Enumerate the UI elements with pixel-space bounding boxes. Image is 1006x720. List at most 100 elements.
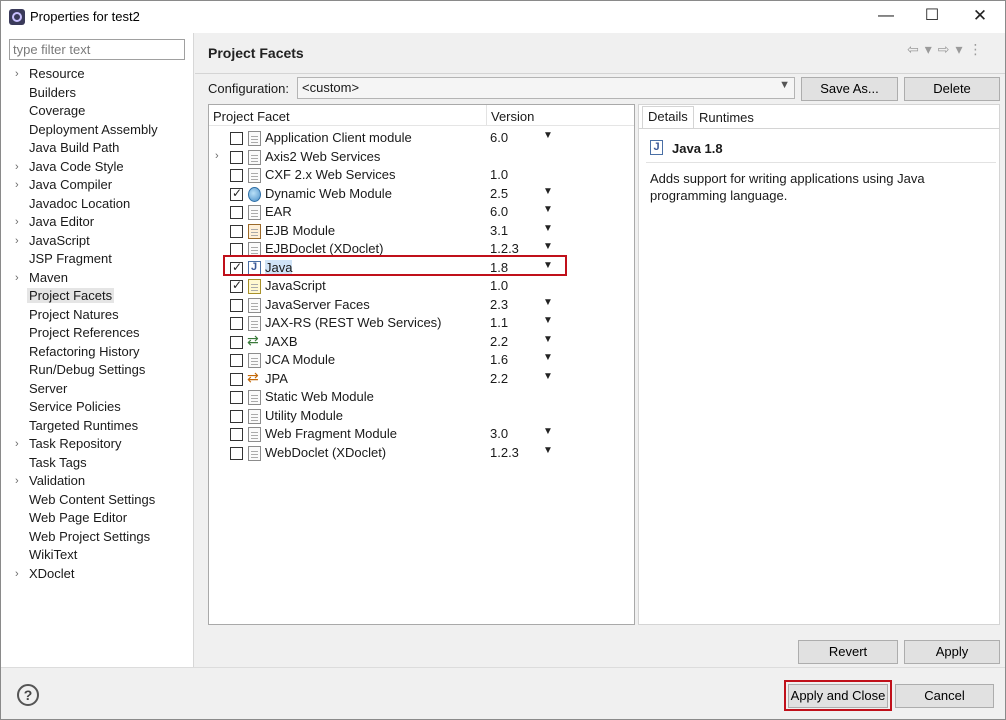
column-divider[interactable]	[486, 105, 487, 125]
tree-item[interactable]: Project References	[1, 324, 193, 343]
facet-checkbox[interactable]	[230, 298, 243, 312]
back-arrow-icon[interactable]: ⇦	[907, 41, 919, 57]
facet-version[interactable]: 1.2.3	[490, 241, 519, 256]
back-dropdown-icon[interactable]: ▾	[925, 41, 932, 57]
tree-item[interactable]: Coverage	[1, 102, 193, 121]
facet-row[interactable]: Static Web Module	[209, 388, 634, 407]
facet-row[interactable]: JAXB 2.2 ▼	[209, 332, 634, 352]
facet-row[interactable]: EAR 6.0 ▼	[209, 203, 634, 222]
facet-row[interactable]: JAX-RS (REST Web Services) 1.1 ▼	[209, 314, 634, 333]
maximize-button[interactable]: ☐	[909, 1, 955, 33]
tree-item[interactable]: › Validation	[1, 472, 193, 491]
tree-item[interactable]: › Maven	[1, 269, 193, 288]
tree-item[interactable]: Server	[1, 380, 193, 399]
facet-checkbox[interactable]	[230, 391, 243, 404]
version-dropdown-icon[interactable]: ▼	[543, 130, 553, 141]
forward-arrow-icon[interactable]: ⇨	[938, 41, 950, 57]
facet-checkbox[interactable]	[230, 206, 243, 219]
tree-item[interactable]: › Java Code Style	[1, 158, 193, 177]
chevron-right-icon[interactable]: ›	[15, 232, 25, 251]
chevron-right-icon[interactable]: ›	[15, 65, 25, 84]
facet-checkbox[interactable]	[230, 335, 243, 349]
tree-item[interactable]: Web Page Editor	[1, 509, 193, 528]
delete-button[interactable]: Delete	[904, 77, 1000, 101]
facet-checkbox[interactable]	[230, 278, 243, 293]
facet-version[interactable]: 1.0	[490, 278, 508, 293]
facet-row[interactable]: JPA 2.2 ▼	[209, 369, 634, 389]
version-dropdown-icon[interactable]: ▼	[543, 297, 553, 308]
tree-item[interactable]: Project Facets	[1, 287, 193, 306]
version-dropdown-icon[interactable]: ▼	[543, 334, 553, 345]
version-dropdown-icon[interactable]: ▼	[543, 371, 553, 382]
facet-version[interactable]: 1.6	[490, 352, 508, 367]
facet-row[interactable]: Application Client module 6.0 ▼	[209, 129, 634, 148]
tree-item[interactable]: › Java Editor	[1, 213, 193, 232]
version-dropdown-icon[interactable]: ▼	[543, 241, 553, 252]
facet-row[interactable]: JCA Module 1.6 ▼	[209, 351, 634, 370]
facet-version[interactable]: 3.1	[490, 223, 508, 238]
tree-item[interactable]: Service Policies	[1, 398, 193, 417]
facet-row[interactable]: Dynamic Web Module 2.5 ▼	[209, 185, 634, 204]
column-header-facet[interactable]: Project Facet	[213, 109, 290, 124]
facet-row[interactable]: JavaServer Faces 2.3 ▼	[209, 296, 634, 315]
version-dropdown-icon[interactable]: ▼	[543, 352, 553, 363]
facet-row[interactable]: EJB Module 3.1 ▼	[209, 222, 634, 241]
facet-version[interactable]: 3.0	[490, 426, 508, 441]
facet-version[interactable]: 6.0	[490, 204, 508, 219]
facet-version[interactable]: 2.2	[490, 371, 508, 386]
cancel-button[interactable]: Cancel	[895, 684, 994, 708]
chevron-right-icon[interactable]: ›	[15, 176, 25, 195]
facet-checkbox[interactable]	[230, 428, 243, 441]
facet-version[interactable]: 2.2	[490, 334, 508, 349]
facet-version[interactable]: 2.5	[490, 186, 508, 201]
filter-input[interactable]	[9, 39, 185, 60]
facet-checkbox[interactable]	[230, 409, 243, 423]
tree-item[interactable]: Refactoring History	[1, 343, 193, 362]
facet-version[interactable]: 1.0	[490, 167, 508, 182]
facet-checkbox[interactable]	[230, 224, 243, 238]
facet-checkbox[interactable]	[230, 372, 243, 386]
tree-item[interactable]: Java Build Path	[1, 139, 193, 158]
chevron-right-icon[interactable]: ›	[215, 150, 219, 162]
version-dropdown-icon[interactable]: ▼	[543, 445, 553, 456]
tree-item[interactable]: › Java Compiler	[1, 176, 193, 195]
facet-row[interactable]: › Axis2 Web Services	[209, 148, 634, 167]
facet-checkbox[interactable]	[230, 317, 243, 330]
configuration-select[interactable]: <custom> ▼	[297, 77, 795, 99]
tree-item[interactable]: WikiText	[1, 546, 193, 565]
tree-item[interactable]: › Resource	[1, 65, 193, 84]
facet-row[interactable]: CXF 2.x Web Services 1.0	[209, 166, 634, 185]
tab-runtimes[interactable]: Runtimes	[694, 110, 759, 128]
chevron-right-icon[interactable]: ›	[15, 213, 25, 232]
facet-checkbox[interactable]	[230, 169, 243, 182]
facet-checkbox[interactable]	[230, 132, 243, 145]
chevron-right-icon[interactable]: ›	[15, 565, 25, 584]
help-icon[interactable]: ?	[17, 684, 39, 706]
save-as-button[interactable]: Save As...	[801, 77, 898, 101]
facet-checkbox[interactable]	[230, 150, 243, 164]
tree-item[interactable]: Deployment Assembly	[1, 121, 193, 140]
forward-dropdown-icon[interactable]: ▾	[956, 41, 963, 57]
tree-item[interactable]: Web Project Settings	[1, 528, 193, 547]
facet-version[interactable]: 1.2.3	[490, 445, 519, 460]
chevron-right-icon[interactable]: ›	[15, 269, 25, 288]
facet-checkbox[interactable]	[230, 446, 243, 460]
version-dropdown-icon[interactable]: ▼	[543, 315, 553, 326]
facet-row[interactable]: Web Fragment Module 3.0 ▼	[209, 425, 634, 444]
chevron-right-icon[interactable]: ›	[15, 435, 25, 454]
minimize-button[interactable]: —	[863, 1, 909, 33]
tree-item[interactable]: JSP Fragment	[1, 250, 193, 269]
chevron-right-icon[interactable]: ›	[15, 472, 25, 491]
tab-details[interactable]: Details	[642, 106, 694, 128]
tree-item[interactable]: › JavaScript	[1, 232, 193, 251]
tree-item[interactable]: Project Natures	[1, 306, 193, 325]
tree-item[interactable]: Builders	[1, 84, 193, 103]
apply-button[interactable]: Apply	[904, 640, 1000, 664]
version-dropdown-icon[interactable]: ▼	[543, 426, 553, 437]
facet-checkbox[interactable]	[230, 186, 243, 201]
tree-item[interactable]: Javadoc Location	[1, 195, 193, 214]
chevron-right-icon[interactable]: ›	[15, 158, 25, 177]
tree-item[interactable]: Task Tags	[1, 454, 193, 473]
facet-row[interactable]: JavaScript 1.0	[209, 277, 634, 296]
facet-version[interactable]: 2.3	[490, 297, 508, 312]
